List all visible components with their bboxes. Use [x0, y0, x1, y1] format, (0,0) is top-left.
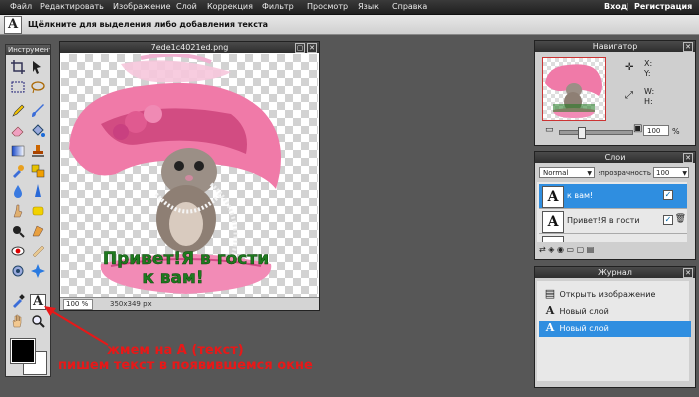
annotation-line-1: жмем на А (текст)	[107, 343, 244, 358]
annotation-arrow	[44, 306, 109, 346]
annotation-line-2: пишем текст в появившемся окне	[58, 358, 313, 373]
